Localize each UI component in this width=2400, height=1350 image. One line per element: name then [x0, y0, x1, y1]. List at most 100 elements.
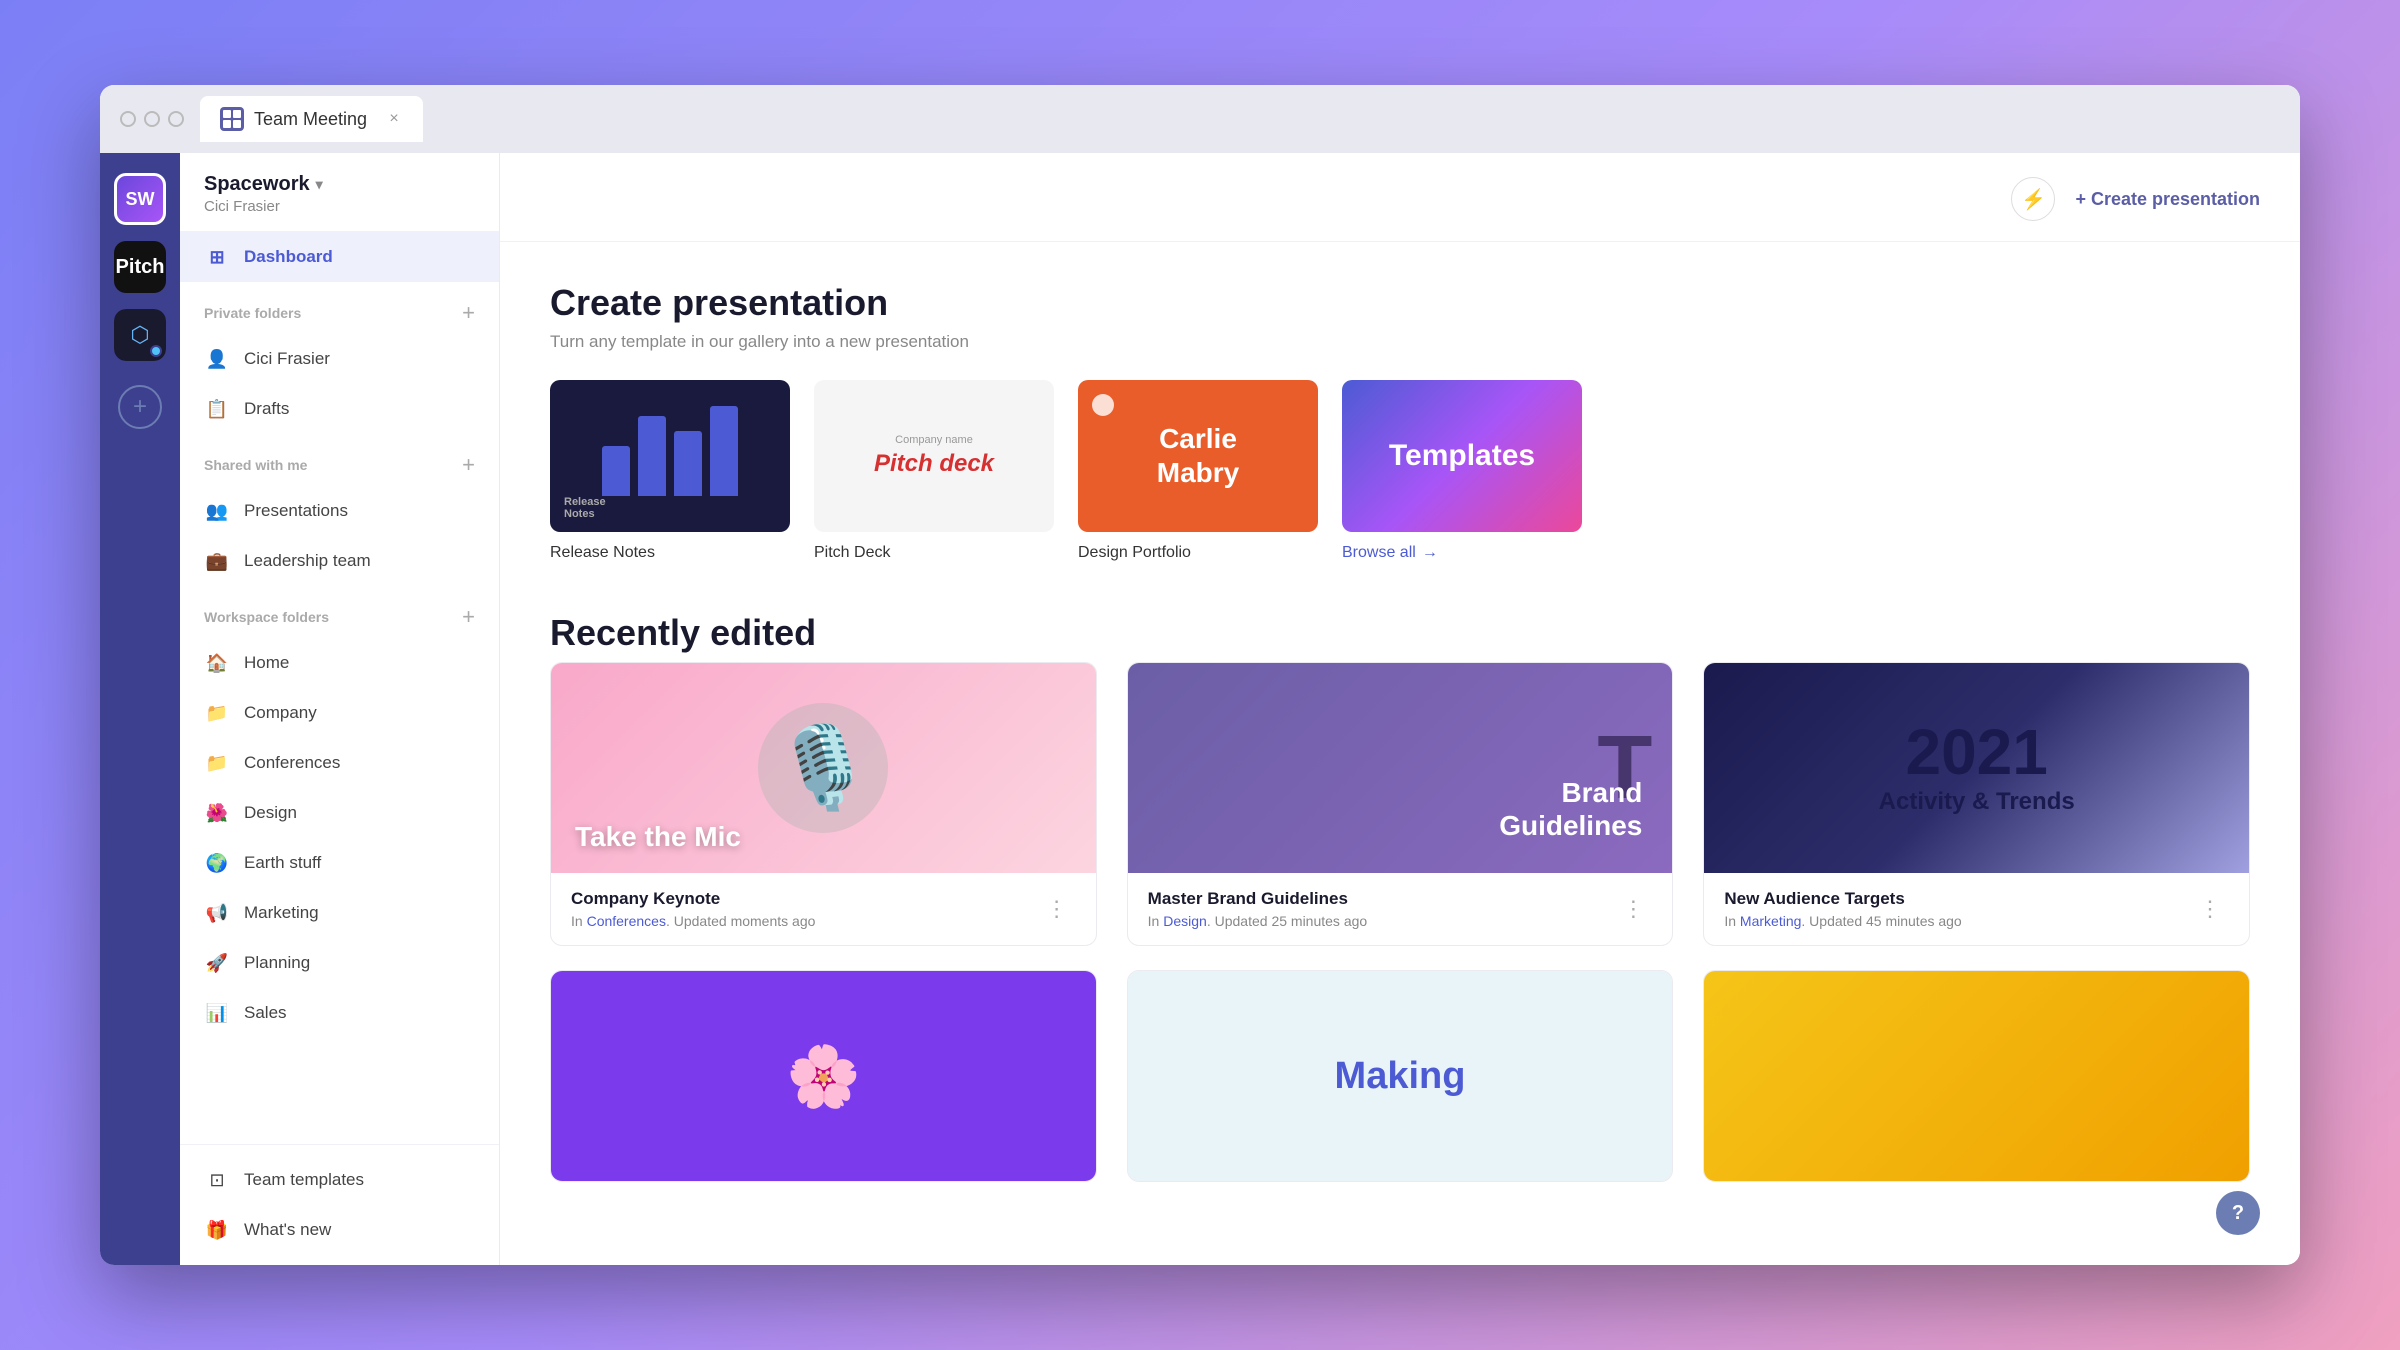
template-name-design: Design Portfolio	[1078, 544, 1318, 562]
audience-year-sub: Activity & Trends	[1879, 788, 2075, 816]
recent-card-purple[interactable]: 🌸	[550, 970, 1097, 1182]
sidebar-item-conferences[interactable]: 📁 Conferences	[180, 738, 499, 788]
sidebar-item-whats-new[interactable]: 🎁 What's new	[180, 1205, 499, 1255]
audience-year-big: 2021	[1879, 720, 2075, 784]
top-bar: ⚡ + Create presentation	[500, 153, 2300, 242]
private-folders-section: Private folders +	[180, 282, 499, 334]
browser-dot-2[interactable]	[144, 111, 160, 127]
tab-app-icon	[220, 107, 244, 131]
template-card-design[interactable]: CarlieMabry Design Portfolio	[1078, 380, 1318, 562]
recent-row-first: 🎙️ Take the Mic Company Keynote In Confe…	[550, 662, 2250, 946]
release-bars	[602, 416, 738, 496]
recent-thumb-keynote: 🎙️ Take the Mic	[551, 663, 1096, 873]
sidebar-item-marketing[interactable]: 📢 Marketing	[180, 888, 499, 938]
workspace-section: Workspace folders +	[180, 586, 499, 638]
recent-card-yellow[interactable]	[1703, 970, 2250, 1182]
tab-close-icon[interactable]: ×	[385, 110, 403, 128]
browse-all-arrow: →	[1422, 544, 1438, 562]
add-workspace-folder-button[interactable]: +	[462, 604, 475, 630]
team-templates-icon: ⊡	[204, 1167, 230, 1193]
sidebar-item-dashboard[interactable]: ⊞ Dashboard	[180, 232, 499, 282]
icon-bar: SW Pitch ⬡ +	[100, 153, 180, 1265]
making-text: Making	[1335, 1055, 1466, 1098]
recent-thumb-light: Making	[1128, 971, 1673, 1181]
sidebar-item-presentations[interactable]: 👥 Presentations	[180, 486, 499, 536]
sidebar-item-design[interactable]: 🌺 Design	[180, 788, 499, 838]
browser-tab[interactable]: Team Meeting ×	[200, 96, 423, 142]
recent-info-audience: New Audience Targets In Marketing. Updat…	[1704, 873, 2249, 945]
recent-card-light[interactable]: Making	[1127, 970, 1674, 1182]
folder-link-design[interactable]: Design	[1163, 913, 1207, 929]
recent-info-text: Company Keynote In Conferences. Updated …	[571, 889, 815, 929]
template-thumb-release: ReleaseNotes	[550, 380, 790, 532]
workspace-name[interactable]: Spacework ▾	[204, 173, 475, 196]
add-private-folder-button[interactable]: +	[462, 300, 475, 326]
avatar[interactable]: SW	[114, 173, 166, 225]
bar-4	[710, 406, 738, 496]
sidebar: Spacework ▾ Cici Frasier ⊞ Dashboard Pri…	[180, 153, 500, 1265]
gift-icon: 🎁	[204, 1217, 230, 1243]
sidebar-bottom: ⊡ Team templates 🎁 What's new	[180, 1144, 499, 1265]
sidebar-item-leadership-team[interactable]: 💼 Leadership team	[180, 536, 499, 586]
tab-label: Team Meeting	[254, 109, 367, 130]
other-app-icon[interactable]: ⬡	[114, 309, 166, 361]
sidebar-item-home[interactable]: 🏠 Home	[180, 638, 499, 688]
add-shared-button[interactable]: +	[462, 452, 475, 478]
folder-link-marketing[interactable]: Marketing	[1740, 913, 1801, 929]
earth-icon: 🌍	[204, 850, 230, 876]
create-section-sub: Turn any template in our gallery into a …	[550, 332, 2250, 352]
sidebar-item-drafts[interactable]: 📋 Drafts	[180, 384, 499, 434]
sidebar-item-earth-stuff[interactable]: 🌍 Earth stuff	[180, 838, 499, 888]
keynote-text-overlay: Take the Mic	[575, 821, 741, 853]
recent-card-brand[interactable]: T BrandGuidelines Master Brand Guideline…	[1127, 662, 1674, 946]
workspace-label: Workspace folders	[204, 609, 329, 625]
more-button-keynote[interactable]: ⋮	[1038, 892, 1076, 926]
template-thumb-pitch: Company name Pitch deck	[814, 380, 1054, 532]
design-portfolio-text: CarlieMabry	[1157, 422, 1239, 489]
bar-1	[602, 446, 630, 496]
recent-card-audience[interactable]: 2021 Activity & Trends New Audience Targ…	[1703, 662, 2250, 946]
sidebar-item-cici-frasier[interactable]: 👤 Cici Frasier	[180, 334, 499, 384]
template-card-browse[interactable]: Templates Browse all →	[1342, 380, 1582, 562]
sidebar-item-sales[interactable]: 📊 Sales	[180, 988, 499, 1038]
recent-card-keynote[interactable]: 🎙️ Take the Mic Company Keynote In Confe…	[550, 662, 1097, 946]
template-card-pitch[interactable]: Company name Pitch deck Pitch Deck	[814, 380, 1054, 562]
company-icon: 📁	[204, 700, 230, 726]
browser-window: Team Meeting × SW Pitch ⬡ + Spacework ▾	[100, 85, 2300, 1265]
sales-icon: 📊	[204, 1000, 230, 1026]
recently-edited-heading: Recently edited	[550, 612, 2250, 654]
more-button-brand[interactable]: ⋮	[1614, 892, 1652, 926]
lightning-button[interactable]: ⚡	[2011, 177, 2055, 221]
browser-dot-3[interactable]	[168, 111, 184, 127]
brand-text-overlay: BrandGuidelines	[1499, 776, 1642, 843]
shared-label: Shared with me	[204, 457, 307, 473]
browser-dot-1[interactable]	[120, 111, 136, 127]
help-button[interactable]: ?	[2216, 1191, 2260, 1235]
recent-thumb-purple: 🌸	[551, 971, 1096, 1181]
pitch-label: Pitch	[114, 241, 166, 293]
recent-info-brand: Master Brand Guidelines In Design. Updat…	[1128, 873, 1673, 945]
browse-all-link[interactable]: Browse all →	[1342, 544, 1582, 562]
create-presentation-button[interactable]: + Create presentation	[2075, 189, 2260, 210]
design-icon: 🌺	[204, 800, 230, 826]
content-area: Create presentation Turn any template in…	[500, 242, 2300, 1222]
private-folders-label: Private folders	[204, 305, 301, 321]
sidebar-item-planning[interactable]: 🚀 Planning	[180, 938, 499, 988]
shared-section: Shared with me +	[180, 434, 499, 486]
marketing-icon: 📢	[204, 900, 230, 926]
folder-link-conferences[interactable]: Conferences	[587, 913, 666, 929]
recent-thumb-yellow	[1704, 971, 2249, 1181]
add-workspace-button[interactable]: +	[118, 385, 162, 429]
recent-card-meta-brand: In Design. Updated 25 minutes ago	[1148, 913, 1368, 929]
template-card-release[interactable]: ReleaseNotes Release Notes	[550, 380, 790, 562]
sidebar-item-company[interactable]: 📁 Company	[180, 688, 499, 738]
pitch-app-icon[interactable]: Pitch	[114, 241, 166, 293]
app-container: SW Pitch ⬡ + Spacework ▾ Cici Frasier ⊞	[100, 153, 2300, 1265]
recent-card-title-audience: New Audience Targets	[1724, 889, 1961, 909]
recent-row-second: 🌸 Making	[550, 970, 2250, 1182]
recent-card-title-brand: Master Brand Guidelines	[1148, 889, 1368, 909]
recent-thumb-audience: 2021 Activity & Trends	[1704, 663, 2249, 873]
leadership-icon: 💼	[204, 548, 230, 574]
sidebar-item-team-templates[interactable]: ⊡ Team templates	[180, 1155, 499, 1205]
more-button-audience[interactable]: ⋮	[2191, 892, 2229, 926]
